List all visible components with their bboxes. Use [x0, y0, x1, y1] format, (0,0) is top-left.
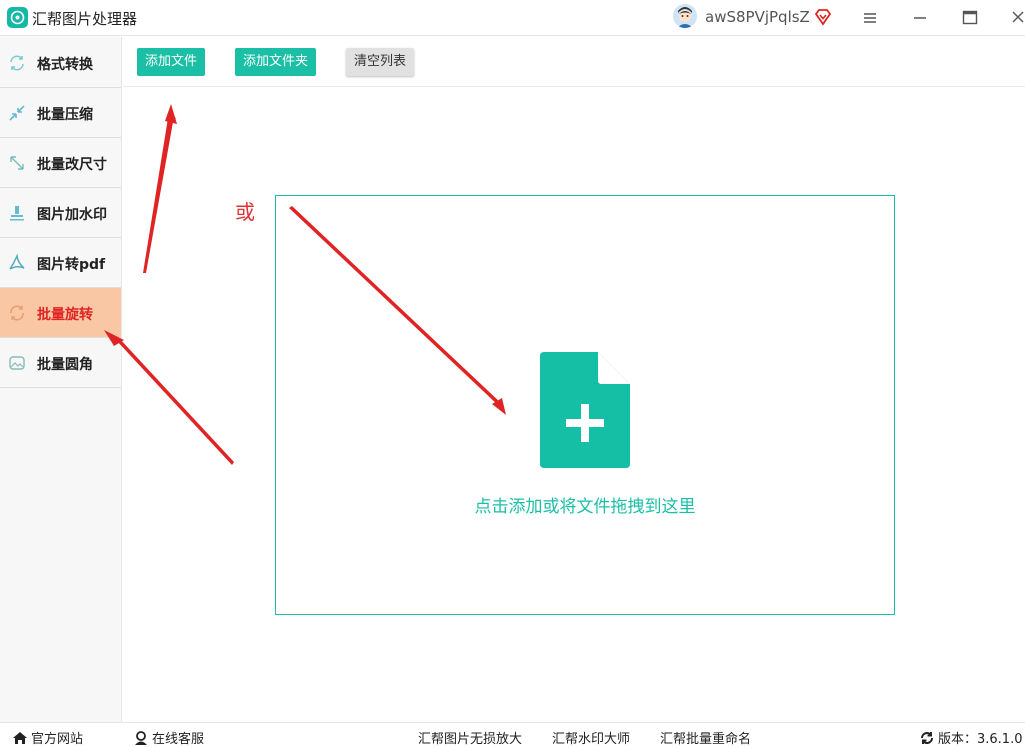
clear-list-button[interactable]: 清空列表 [346, 48, 415, 76]
add-file-button[interactable]: 添加文件 [137, 48, 206, 76]
sidebar-item-watermark[interactable]: 图片加水印 [0, 188, 121, 238]
drop-zone-hint: 点击添加或将文件拖拽到这里 [474, 497, 696, 517]
sidebar-item-label: 格式转换 [37, 57, 93, 73]
version-info[interactable]: 版本：3.6.1.0 [919, 728, 1022, 747]
refresh-icon [919, 731, 935, 745]
sidebar-item-label: 图片转pdf [37, 257, 106, 273]
watermark-master-link[interactable]: 汇帮水印大师 [552, 728, 630, 747]
add-folder-button[interactable]: 添加文件夹 [235, 48, 317, 76]
file-drop-zone[interactable]: 点击添加或将文件拖拽到这里 [275, 195, 895, 615]
format-convert-icon [8, 54, 26, 72]
rotate-icon [8, 304, 26, 322]
app-logo-icon [7, 7, 28, 28]
round-corner-icon [8, 354, 26, 372]
lossless-zoom-link[interactable]: 汇帮图片无损放大 [418, 728, 522, 747]
status-bar: 官方网站 在线客服 汇帮图片无损放大 汇帮水印大师 汇帮批量重命名 版本：3.6… [0, 722, 1025, 747]
sidebar-item-label: 批量旋转 [37, 307, 93, 323]
home-icon [12, 731, 28, 745]
sidebar-item-pdf[interactable]: 图片转pdf [0, 238, 121, 288]
sidebar-item-label: 批量改尺寸 [37, 157, 107, 173]
annotation-or-label: 或 [235, 200, 255, 224]
version-label: 版本：3.6.1.0 [938, 732, 1023, 747]
vip-diamond-icon[interactable] [814, 8, 832, 26]
user-avatar[interactable] [673, 4, 697, 28]
minimize-icon[interactable] [909, 7, 931, 29]
sidebar-item-compress[interactable]: 批量压缩 [0, 88, 121, 138]
online-service-label: 在线客服 [152, 732, 205, 747]
official-site-link[interactable]: 官方网站 [12, 728, 83, 747]
maximize-icon[interactable] [959, 7, 981, 29]
sidebar-item-format-convert[interactable]: 格式转换 [0, 38, 121, 88]
official-site-label: 官方网站 [31, 732, 84, 747]
sidebar-item-label: 批量圆角 [37, 357, 93, 373]
file-add-icon[interactable] [540, 352, 632, 468]
resize-icon [8, 154, 26, 172]
sidebar-item-rotate[interactable]: 批量旋转 [0, 288, 121, 338]
batch-rename-link[interactable]: 汇帮批量重命名 [660, 728, 751, 747]
sidebar-item-round-corner[interactable]: 批量圆角 [0, 338, 121, 388]
title-bar: 汇帮图片处理器 awS8PVjPqlsZ [0, 0, 1025, 36]
app-window: 汇帮图片处理器 awS8PVjPqlsZ 格式转换 批量压缩 批量改尺寸 图片加… [0, 0, 1025, 747]
sidebar: 格式转换 批量压缩 批量改尺寸 图片加水印 图片转pdf 批量旋转 批量圆角 [0, 37, 122, 722]
close-icon[interactable] [1008, 7, 1025, 29]
watermark-icon [8, 204, 26, 222]
sidebar-item-label: 图片加水印 [37, 207, 107, 223]
sidebar-item-resize[interactable]: 批量改尺寸 [0, 138, 121, 188]
customer-service-icon [133, 731, 149, 745]
app-title: 汇帮图片处理器 [32, 10, 138, 28]
compress-icon [8, 104, 26, 122]
sidebar-item-label: 批量压缩 [37, 107, 93, 123]
online-service-link[interactable]: 在线客服 [133, 728, 204, 747]
toolbar: 添加文件 添加文件夹 清空列表 [123, 37, 1025, 87]
pdf-icon [8, 253, 26, 272]
hamburger-icon[interactable] [859, 7, 881, 29]
username-label[interactable]: awS8PVjPqlsZ [705, 8, 810, 26]
